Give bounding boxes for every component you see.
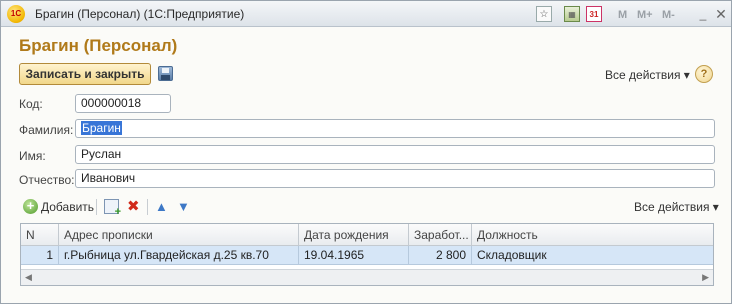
help-icon[interactable]: ? xyxy=(695,65,713,83)
table-all-actions-menu[interactable]: Все действия ▾ xyxy=(634,200,719,214)
add-icon[interactable]: + xyxy=(23,199,38,214)
window: 1С Брагин (Персонал) (1С:Предприятие) ☆ … xyxy=(0,0,732,304)
table-row[interactable]: 1 г.Рыбница ул.Гвардейская д.25 кв.70 19… xyxy=(21,246,713,265)
cell-salary[interactable]: 2 800 xyxy=(409,246,472,265)
column-header-position[interactable]: Должность xyxy=(472,224,713,246)
column-header-n[interactable]: N xyxy=(21,224,59,246)
add-button[interactable]: Добавить xyxy=(41,200,94,214)
column-header-birth-date[interactable]: Дата рождения xyxy=(299,224,409,246)
name-label: Имя: xyxy=(19,149,46,163)
column-header-address[interactable]: Адрес прописки xyxy=(59,224,299,246)
save-and-close-button[interactable]: Записать и закрыть xyxy=(19,63,151,85)
cell-position[interactable]: Складовщик xyxy=(472,246,713,265)
toolbar-divider xyxy=(147,199,148,215)
all-actions-menu[interactable]: Все действия ▾ xyxy=(605,68,690,82)
memory-minus-button[interactable]: M- xyxy=(662,7,675,23)
code-field[interactable]: 000000018 xyxy=(75,94,171,113)
horizontal-scrollbar[interactable]: ◀ ▶ xyxy=(21,269,713,285)
scroll-right-icon[interactable]: ▶ xyxy=(702,272,709,283)
memory-button[interactable]: M xyxy=(618,7,627,23)
app-logo-icon[interactable]: 1С xyxy=(7,5,25,23)
staff-table[interactable]: N Адрес прописки Дата рождения Заработ..… xyxy=(20,223,714,286)
patronymic-field[interactable]: Иванович xyxy=(75,169,715,188)
calculator-icon[interactable]: ▦ xyxy=(564,6,580,22)
toolbar-divider xyxy=(96,199,97,215)
table-header: N Адрес прописки Дата рождения Заработ..… xyxy=(21,224,713,246)
surname-label: Фамилия: xyxy=(19,123,74,137)
calendar-icon[interactable]: 31 xyxy=(586,6,602,22)
cell-n[interactable]: 1 xyxy=(21,246,59,265)
minimize-button[interactable]: _ xyxy=(695,6,711,22)
close-button[interactable]: ✕ xyxy=(713,6,729,22)
patronymic-label: Отчество: xyxy=(19,173,75,187)
surname-value: Брагин xyxy=(81,121,122,135)
copy-icon[interactable] xyxy=(104,199,121,218)
surname-field[interactable]: Брагин xyxy=(75,119,715,138)
memory-plus-button[interactable]: M+ xyxy=(637,7,653,23)
code-label: Код: xyxy=(19,97,43,111)
delete-icon[interactable]: ✖ xyxy=(127,199,140,215)
move-down-icon[interactable]: ▼ xyxy=(177,199,190,215)
title-bar: 1С Брагин (Персонал) (1С:Предприятие) ☆ … xyxy=(1,1,731,27)
column-header-salary[interactable]: Заработ... xyxy=(409,224,472,246)
window-title: Брагин (Персонал) (1С:Предприятие) xyxy=(35,7,245,21)
cell-address[interactable]: г.Рыбница ул.Гвардейская д.25 кв.70 xyxy=(59,246,299,265)
form-title: Брагин (Персонал) xyxy=(19,36,178,55)
save-disk-icon[interactable] xyxy=(158,66,173,81)
scroll-left-icon[interactable]: ◀ xyxy=(25,272,32,283)
cell-birth-date[interactable]: 19.04.1965 xyxy=(299,246,409,265)
name-field[interactable]: Руслан xyxy=(75,145,715,164)
move-up-icon[interactable]: ▲ xyxy=(155,199,168,215)
favorite-icon[interactable]: ☆ xyxy=(536,6,552,22)
